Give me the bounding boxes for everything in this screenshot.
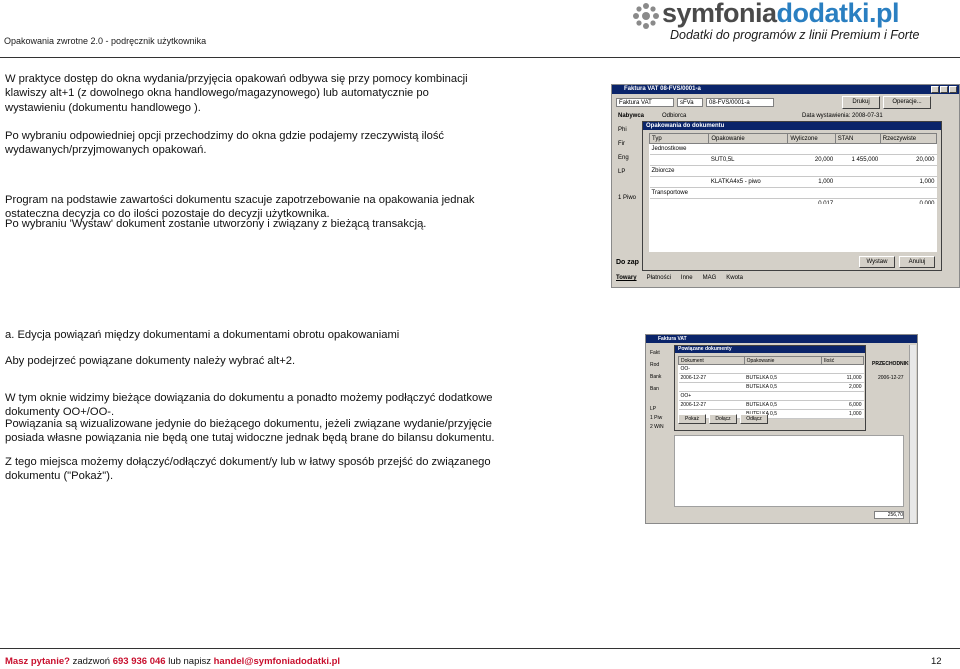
gear-logo-icon <box>633 3 659 29</box>
tab-amount[interactable]: Kwota <box>726 275 743 281</box>
column-header[interactable]: Dokument <box>678 356 745 365</box>
email-link[interactable]: handel@symfoniadodatki.pl <box>214 656 340 667</box>
document-header-title: Opakowania zwrotne 2.0 - podręcznik użyt… <box>4 36 207 46</box>
paragraph-alt2: Aby podejrzeć powiązane dokumenty należy… <box>5 355 296 367</box>
right-label: PRZECHODNIKU <box>872 361 913 367</box>
linked-documents-table: Dokument Opakowanie Ilość OO- 2006-12-27… <box>678 356 864 419</box>
paragraph-access: W praktyce dostęp do okna wydania/przyję… <box>5 73 468 114</box>
close-icon[interactable] <box>949 86 957 93</box>
tab-items[interactable]: Towary <box>616 275 637 281</box>
line-item-label: 1 Piwo <box>618 195 637 201</box>
phone-number[interactable]: 693 936 046 <box>113 656 166 667</box>
document-type-field[interactable]: Faktura VAT <box>616 98 674 107</box>
page-number: 12 <box>931 656 942 667</box>
operations-button[interactable]: Operacje... <box>883 96 931 109</box>
logo-wordmark: symfoniadodatki.pl <box>662 0 900 28</box>
section-heading-links: a. Edycja powiązań między dokumentami a … <box>5 329 400 341</box>
document-code-field[interactable]: sFVa <box>677 98 703 107</box>
column-header[interactable]: Ilość <box>821 356 864 365</box>
symfoniadodatki-logo: symfoniadodatki.pl Dodatki do programów … <box>632 0 958 46</box>
screenshot-linked-documents: Faktura VAT Fakt Rod Bank Ban LP 1 Piw 2 WiN … <box>645 334 918 524</box>
tab-other[interactable]: Inne <box>681 275 693 281</box>
paragraph-issue: Po wybraniu 'Wystaw' dokument zostanie u… <box>5 218 427 230</box>
table-row[interactable]: SUT0,5L 20,000 1 455,000 20,000 <box>649 154 937 166</box>
footer-divider <box>0 648 960 649</box>
line-item-labels: LP 1 Piw 2 WiN <box>650 406 664 430</box>
attach-button[interactable]: Dołącz <box>709 414 737 424</box>
screenshot-packaging-dialog: Faktura VAT 08-FVS/0001-a Faktura VAT sF… <box>611 84 960 288</box>
total-field: 256,70 <box>874 511 904 519</box>
column-header[interactable]: Typ <box>648 133 710 144</box>
table-row[interactable]: BUTELKA 0,5 2,000 <box>678 382 864 392</box>
footer-contact: Masz pytanie? zadzwoń 693 936 046 lub na… <box>5 656 341 667</box>
issue-date-label: Data wystawienia: 2008-07-31 <box>802 113 883 119</box>
invoice-window-titlebar: Faktura VAT <box>646 335 917 343</box>
amount-due-label: Do zap <box>616 259 639 266</box>
recipient-label: Odbiorca <box>662 113 687 119</box>
column-header[interactable]: Opakowanie <box>708 133 789 144</box>
paragraph-choose-option: Po wybraniu odpowiedniej opcji przechodz… <box>5 130 445 157</box>
invoice-side-labels: Fakt Rod Bank Ban <box>650 350 662 392</box>
linked-documents-actions: Pokaż Dołącz Odłącz <box>678 414 768 424</box>
cancel-button[interactable]: Anuluj <box>899 256 935 268</box>
table-row[interactable]: OO- <box>678 364 864 374</box>
paragraph-window: W tym oknie widzimy bieżące dowiązania d… <box>5 392 493 419</box>
packaging-table-empty-area <box>649 204 937 252</box>
paragraph-visualization: Powiązania są wizualizowane jedynie do b… <box>5 418 495 445</box>
buyer-label: Nabywca <box>618 113 645 119</box>
minimize-icon[interactable] <box>931 86 939 93</box>
table-row[interactable]: 2006-12-27 BUTELKA 0,5 11,000 <box>678 373 864 383</box>
paragraph-attach: Z tego miejsca możemy dołączyć/odłączyć … <box>5 456 491 483</box>
invoice-side-labels: Phi Fir Eng <box>618 127 629 161</box>
header-divider <box>0 57 960 58</box>
table-row[interactable]: OO+ <box>678 391 864 401</box>
column-header[interactable]: Opakowanie <box>743 356 823 365</box>
table-row[interactable]: KLATKA4x5 - piwo 1,000 1,000 <box>649 176 937 188</box>
right-date-label: 2006-12-27 <box>878 375 904 381</box>
linked-documents-title: Powiązane dokumenty <box>675 346 865 353</box>
print-button[interactable]: Drukuj <box>842 96 880 109</box>
tab-payments[interactable]: Płatności <box>647 275 671 281</box>
issue-button[interactable]: Wystaw <box>859 256 895 268</box>
packaging-dialog-title: Opakowania do dokumentu <box>643 122 941 130</box>
packaging-dialog: Opakowania do dokumentu Typ Opakowanie W… <box>642 121 942 271</box>
table-row[interactable]: Transportowe <box>649 187 937 199</box>
document-number-field[interactable]: 08-FVS/0001-a <box>706 98 774 107</box>
table-row[interactable]: 2006-12-27 BUTELKA 0,5 6,000 <box>678 400 864 410</box>
invoice-window-titlebar: Faktura VAT 08-FVS/0001-a <box>612 85 959 94</box>
column-header[interactable]: Rzeczywiste <box>879 133 938 144</box>
packaging-table: Typ Opakowanie Wyliczone STAN Rzeczywist… <box>648 133 938 210</box>
invoice-items-grid <box>674 435 904 507</box>
vertical-scrollbar[interactable] <box>909 345 916 523</box>
tab-warehouse[interactable]: MAG <box>703 275 717 281</box>
table-row[interactable]: Zbiorcze <box>649 165 937 177</box>
lp-header: LP <box>618 169 626 175</box>
detach-button[interactable]: Odłącz <box>740 414 768 424</box>
table-row[interactable]: Jednostkowe <box>649 143 937 155</box>
show-button[interactable]: Pokaż <box>678 414 706 424</box>
bottom-tabs: Towary Płatności Inne MAG Kwota <box>616 275 743 281</box>
column-header[interactable]: STAN <box>834 133 881 144</box>
maximize-icon[interactable] <box>940 86 948 93</box>
column-header[interactable]: Wyliczone <box>787 133 836 144</box>
logo-tagline: Dodatki do programów z linii Premium i F… <box>670 28 920 42</box>
linked-documents-dialog: Powiązane dokumenty Dokument Opakowanie … <box>674 345 866 431</box>
